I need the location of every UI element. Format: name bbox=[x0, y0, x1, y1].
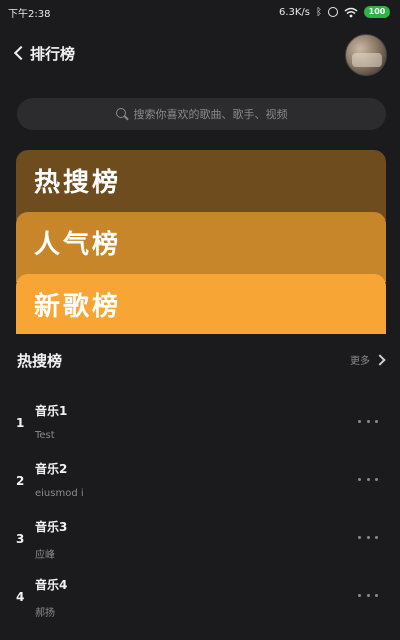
bluetooth-icon: ᛒ bbox=[316, 6, 322, 18]
song-name: 音乐2 bbox=[35, 462, 68, 476]
network-speed: 6.3K/s bbox=[278, 6, 310, 18]
search-icon bbox=[115, 108, 128, 120]
rank-card-popular[interactable]: 人气榜 bbox=[16, 212, 386, 282]
status-bar: 下午2:38 6.3K/s ᛒ 100 bbox=[0, 0, 400, 24]
song-artist: eiusmod i bbox=[35, 488, 84, 499]
battery-icon: 100 bbox=[364, 6, 390, 18]
status-indicators: 6.3K/s ᛒ 100 bbox=[279, 4, 390, 20]
song-row[interactable]: 4 音乐4 郝扬 bbox=[0, 570, 400, 628]
chevron-left-icon bbox=[13, 45, 29, 61]
song-rank: 2 bbox=[16, 474, 25, 488]
status-time: 下午2:38 bbox=[8, 9, 51, 20]
song-rank: 4 bbox=[16, 590, 25, 604]
more-options-icon[interactable] bbox=[358, 476, 378, 482]
song-rank: 3 bbox=[16, 532, 25, 546]
more-options-icon[interactable] bbox=[358, 534, 378, 540]
section-header: 热搜榜 更多 bbox=[17, 348, 387, 372]
rank-card-label: 新歌榜 bbox=[34, 292, 122, 322]
search-input[interactable]: 搜索你喜欢的歌曲、歌手、视频 bbox=[17, 98, 386, 130]
song-name: 音乐3 bbox=[35, 520, 68, 534]
song-row[interactable]: 1 音乐1 Test bbox=[0, 396, 400, 454]
song-rank: 1 bbox=[16, 416, 25, 430]
song-artist: 应峰 bbox=[35, 550, 55, 561]
wifi-icon bbox=[344, 7, 358, 18]
more-button[interactable]: 更多 bbox=[350, 352, 387, 367]
chevron-right-icon bbox=[374, 353, 386, 366]
rank-card-label: 人气榜 bbox=[34, 230, 122, 260]
song-name: 音乐4 bbox=[35, 578, 68, 592]
song-row[interactable]: 3 音乐3 应峰 bbox=[0, 512, 400, 570]
ranking-screen: 下午2:38 6.3K/s ᛒ 100 排行榜 搜索你喜欢的歌曲、歌手、视频 热… bbox=[0, 0, 400, 640]
back-button[interactable]: 排行榜 bbox=[12, 40, 75, 66]
rank-card-new-songs[interactable]: 新歌榜 bbox=[16, 274, 386, 334]
alarm-icon bbox=[328, 7, 338, 17]
more-options-icon[interactable] bbox=[358, 592, 378, 598]
section-title: 热搜榜 bbox=[17, 352, 63, 370]
song-artist: Test bbox=[35, 430, 55, 441]
rank-card-label: 热搜榜 bbox=[34, 168, 122, 198]
search-placeholder: 搜索你喜欢的歌曲、歌手、视频 bbox=[133, 108, 288, 121]
song-artist: 郝扬 bbox=[35, 608, 55, 619]
more-options-icon[interactable] bbox=[358, 418, 378, 424]
rank-card-hot-search[interactable]: 热搜榜 bbox=[16, 150, 386, 220]
song-name: 音乐1 bbox=[35, 404, 68, 418]
more-label: 更多 bbox=[350, 356, 370, 367]
page-title: 排行榜 bbox=[30, 44, 76, 63]
avatar[interactable] bbox=[345, 34, 387, 76]
song-list: 1 音乐1 Test 2 音乐2 eiusmod i 3 音乐3 应峰 4 音乐… bbox=[0, 396, 400, 628]
song-row[interactable]: 2 音乐2 eiusmod i bbox=[0, 454, 400, 512]
